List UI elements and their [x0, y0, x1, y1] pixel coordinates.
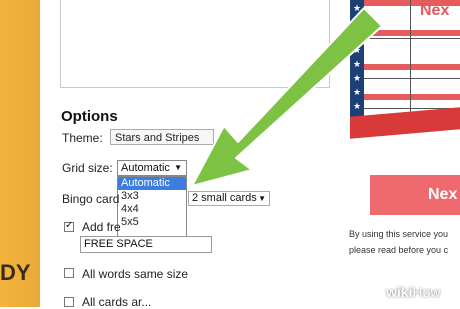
star-icon: ★: [353, 17, 362, 27]
bingo-cards-label: Bingo card: [62, 192, 120, 206]
theme-label: Theme:: [62, 131, 103, 145]
theme-select[interactable]: Stars and Stripes: [110, 129, 214, 145]
left-strip-text: DY: [0, 260, 31, 285]
next-button[interactable]: Nex: [370, 175, 460, 215]
star-icon: ★: [353, 73, 362, 83]
flag-stripe: [364, 94, 460, 100]
grid-size-dropdown: Automatic 3x3 4x4 5x5: [117, 176, 187, 238]
theme-select-value: Stars and Stripes: [115, 132, 200, 144]
add-free-space-label: Add fre: [82, 220, 121, 234]
watermark-light: How: [412, 284, 441, 300]
same-size-checkbox[interactable]: [64, 268, 74, 278]
chevron-down-icon: ▼: [258, 194, 266, 203]
flag-stripe: [364, 64, 460, 70]
terms-notice-line2: please read before you c: [349, 245, 449, 255]
grid-size-select-value: Automatic: [121, 162, 170, 174]
grid-option-5x5[interactable]: 5x5: [118, 216, 186, 229]
grid-line: [410, 0, 411, 128]
cards-per-page-select[interactable]: 2 small cards ▼: [188, 191, 270, 206]
flag-stripe: [364, 30, 460, 36]
star-icon: ★: [353, 101, 362, 111]
grid-size-select[interactable]: Automatic ▼: [117, 160, 187, 176]
chevron-down-icon: ▼: [174, 163, 182, 172]
star-icon: ★: [353, 3, 362, 13]
grid-size-label: Grid size:: [62, 161, 113, 175]
watermark-bold: wiki: [386, 284, 413, 300]
free-space-input[interactable]: FREE SPACE: [80, 236, 212, 253]
grid-line: [364, 38, 460, 39]
all-cards-checkbox[interactable]: [64, 297, 74, 307]
grid-option-automatic[interactable]: Automatic: [118, 177, 186, 190]
flag-canton: ★ ★ ★ ★ ★ ★ ★ ★ ★: [350, 0, 364, 128]
star-icon: ★: [353, 87, 362, 97]
star-icon: ★: [353, 45, 362, 55]
star-icon: ★: [353, 59, 362, 69]
options-title: Options: [61, 108, 118, 125]
grid-option-3x3[interactable]: 3x3: [118, 190, 186, 203]
cards-select-value: 2 small cards: [192, 192, 257, 204]
word-list-textarea[interactable]: [60, 0, 330, 88]
wikihow-watermark: wikiHow: [386, 284, 440, 300]
add-free-space-checkbox[interactable]: [64, 220, 74, 232]
same-size-label: All words same size: [82, 267, 189, 281]
star-icon: ★: [353, 31, 362, 41]
flag-preview-text: Nex: [420, 2, 450, 19]
terms-notice-line1: By using this service you: [349, 229, 449, 239]
grid-line: [364, 78, 460, 79]
grid-option-4x4[interactable]: 4x4: [118, 203, 186, 216]
left-background-strip: DY: [0, 0, 40, 307]
